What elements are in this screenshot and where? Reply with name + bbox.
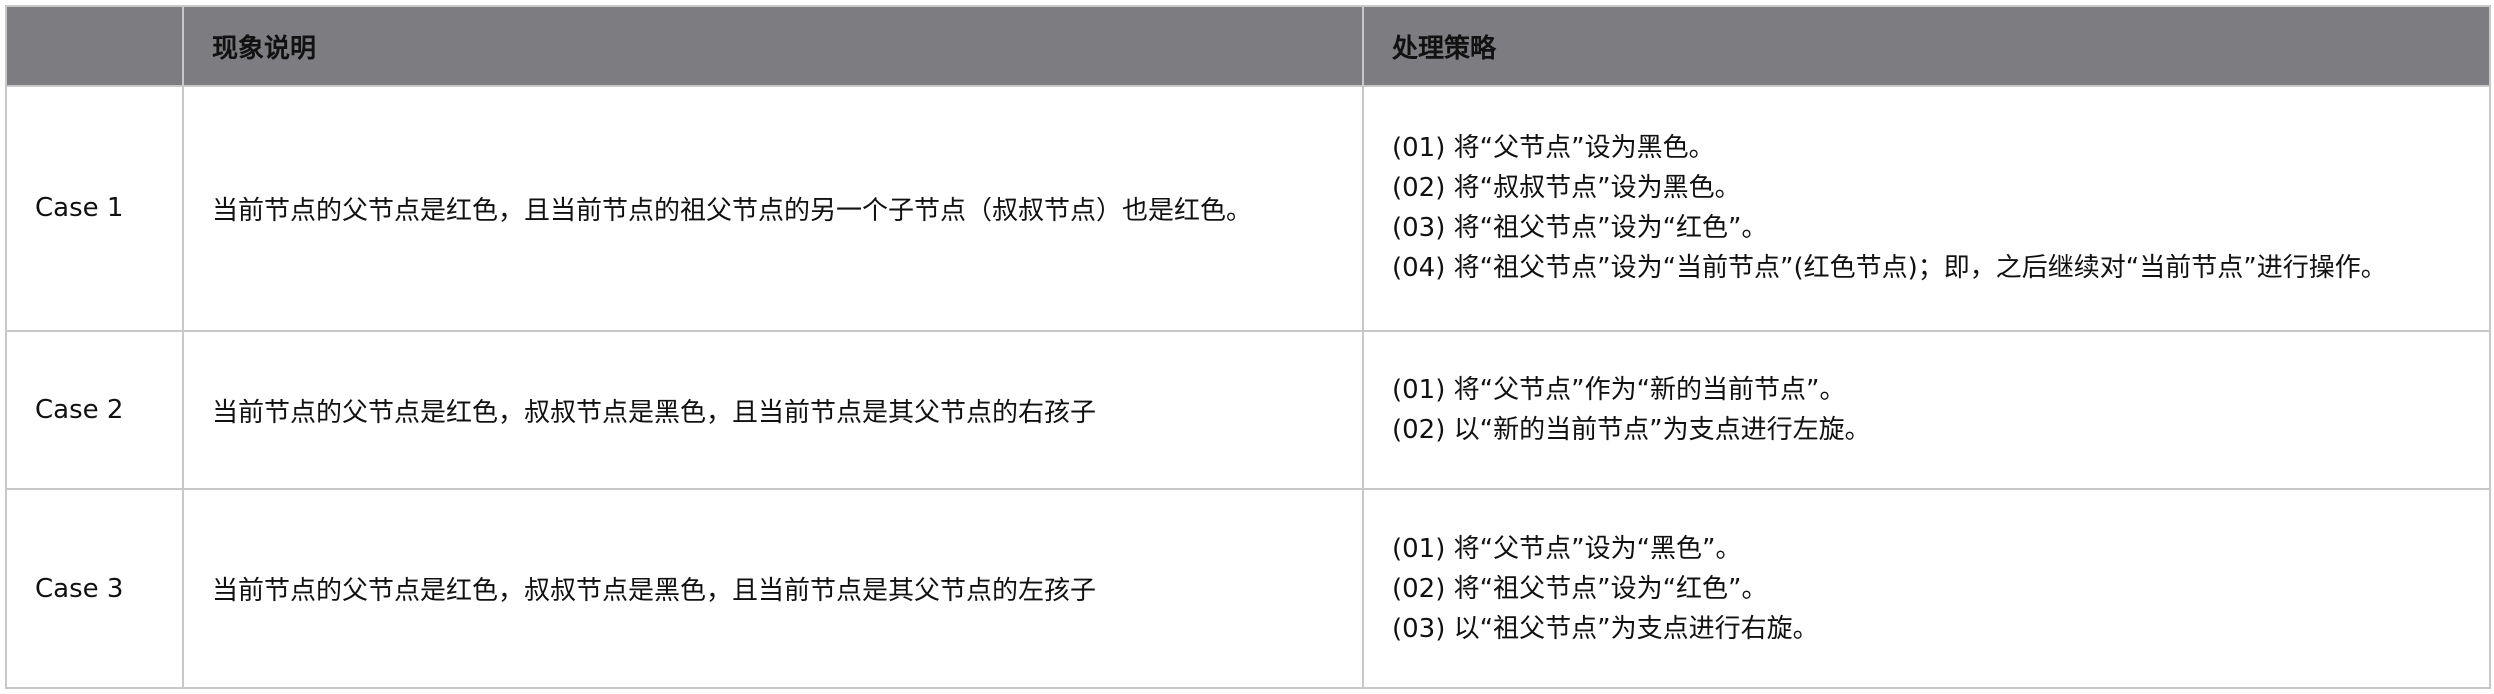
case-description: 当前节点的父节点是红色，且当前节点的祖父节点的另一个子节点（叔叔节点）也是红色。 bbox=[182, 85, 1364, 332]
header-strategy: 处理策略 bbox=[1362, 5, 2491, 87]
case-label: Case 2 bbox=[5, 329, 184, 491]
table-row: Case 3 当前节点的父节点是红色，叔叔节点是黑色，且当前节点是其父节点的左孩… bbox=[5, 488, 2491, 689]
case-strategy: (01) 将“父节点”作为“新的当前节点”。 (02) 以“新的当前节点”为支点… bbox=[1362, 329, 2491, 491]
table-header-row: 现象说明 处理策略 bbox=[5, 5, 2491, 87]
table-row: Case 1 当前节点的父节点是红色，且当前节点的祖父节点的另一个子节点（叔叔节… bbox=[5, 85, 2491, 332]
strategy-step: (02) 将“叔叔节点”设为黑色。 bbox=[1392, 173, 1741, 204]
strategy-step: (02) 将“祖父节点”设为“红色”。 bbox=[1392, 573, 1768, 604]
strategy-steps: (01) 将“父节点”设为黑色。 (02) 将“叔叔节点”设为黑色。 (03) … bbox=[1392, 128, 2489, 288]
strategy-step: (03) 以“祖父节点”为支点进行右旋。 bbox=[1392, 613, 1819, 644]
strategy-step: (02) 以“新的当前节点”为支点进行左旋。 bbox=[1392, 415, 1871, 446]
case-label: Case 1 bbox=[5, 85, 184, 332]
strategy-steps: (01) 将“父节点”作为“新的当前节点”。 (02) 以“新的当前节点”为支点… bbox=[1392, 370, 2489, 450]
table-row: Case 2 当前节点的父节点是红色，叔叔节点是黑色，且当前节点是其父节点的右孩… bbox=[5, 329, 2491, 491]
strategy-step: (01) 将“父节点”作为“新的当前节点”。 bbox=[1392, 375, 1846, 406]
strategy-step: (03) 将“祖父节点”设为“红色”。 bbox=[1392, 213, 1768, 244]
red-black-tree-fixup-table: 现象说明 处理策略 Case 1 当前节点的父节点是红色，且当前节点的祖父节点的… bbox=[5, 5, 2491, 689]
case-strategy: (01) 将“父节点”设为“黑色”。 (02) 将“祖父节点”设为“红色”。 (… bbox=[1362, 488, 2491, 689]
case-label: Case 3 bbox=[5, 488, 184, 689]
header-description: 现象说明 bbox=[182, 5, 1364, 87]
strategy-steps: (01) 将“父节点”设为“黑色”。 (02) 将“祖父节点”设为“红色”。 (… bbox=[1392, 529, 2489, 649]
strategy-step: (01) 将“父节点”设为黑色。 bbox=[1392, 133, 1715, 164]
case-description: 当前节点的父节点是红色，叔叔节点是黑色，且当前节点是其父节点的右孩子 bbox=[182, 329, 1364, 491]
page: 现象说明 处理策略 Case 1 当前节点的父节点是红色，且当前节点的祖父节点的… bbox=[0, 0, 2494, 694]
header-blank-cell bbox=[5, 5, 184, 87]
strategy-step: (01) 将“父节点”设为“黑色”。 bbox=[1392, 533, 1742, 564]
case-description: 当前节点的父节点是红色，叔叔节点是黑色，且当前节点是其父节点的左孩子 bbox=[182, 488, 1364, 689]
strategy-step: (04) 将“祖父节点”设为“当前节点”(红色节点)；即，之后继续对“当前节点”… bbox=[1392, 253, 2387, 284]
case-strategy: (01) 将“父节点”设为黑色。 (02) 将“叔叔节点”设为黑色。 (03) … bbox=[1362, 85, 2491, 332]
